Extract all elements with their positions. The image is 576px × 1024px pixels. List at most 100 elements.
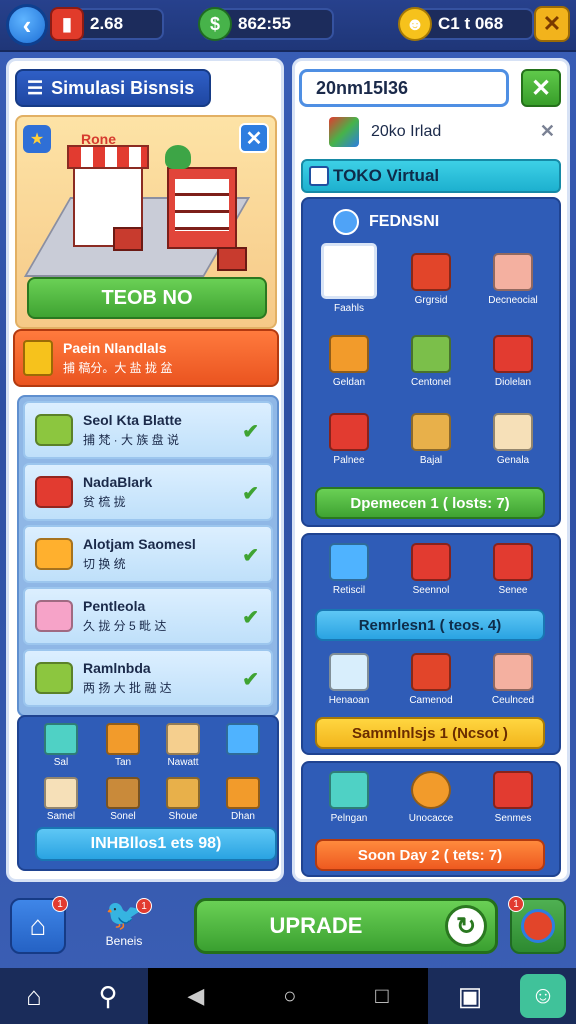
- item-icon: [493, 653, 533, 691]
- grid-item[interactable]: Sal: [31, 723, 91, 768]
- crate-icon: [113, 227, 143, 251]
- item-icon: [329, 771, 369, 809]
- social-button[interactable]: 🐦 Beneis 1: [94, 898, 154, 948]
- category-section-2: Retiscil Seennol Senee Remrlesn1 ( teos.…: [301, 533, 561, 755]
- notification-badge: 1: [52, 896, 68, 912]
- list-item[interactable]: Ramlnbda 两 扬 大 批 融 达 ✔: [23, 649, 273, 707]
- list-item[interactable]: NadaBlark 贫 梳 拢 ✔: [23, 463, 273, 521]
- house-icon: ⌂: [29, 910, 47, 941]
- featured-banner[interactable]: Paein Nlandlals 捕 稿分。大 盐 拢 盆: [13, 329, 279, 387]
- confirm-close-button[interactable]: ✕: [521, 69, 561, 107]
- section-1-button[interactable]: Dpemecen 1 ( losts: 7): [315, 487, 545, 519]
- category-item[interactable]: Ceulnced: [473, 653, 553, 706]
- grid-item[interactable]: Samel: [31, 777, 91, 822]
- refresh-icon: ↻: [445, 905, 487, 947]
- home-button[interactable]: ⌂ 1: [10, 896, 68, 954]
- category-item[interactable]: Centonel: [391, 335, 471, 388]
- grid-item-label: Tan: [114, 757, 132, 768]
- item-icon: [321, 243, 377, 299]
- home-nav-icon[interactable]: ⌂: [16, 978, 52, 1014]
- item-label: Palnee: [333, 455, 365, 466]
- category-item[interactable]: Senee: [473, 543, 553, 596]
- item-title: Alotjam Saomesl: [83, 536, 196, 552]
- list-item[interactable]: Pentleola 久 拢 分 5 毗 达 ✔: [23, 587, 273, 645]
- grid-action-button[interactable]: INHBllos1 ets 98): [35, 827, 277, 861]
- check-icon: ✔: [242, 669, 259, 691]
- category-item[interactable]: Geldan: [309, 335, 389, 388]
- shop-shelf: [167, 167, 237, 249]
- list-item[interactable]: Seol Kta Blatte 捕 梵 · 大 族 盘 说 ✔: [23, 401, 273, 459]
- upgrade-button[interactable]: UPRADE ↻: [194, 898, 498, 954]
- category-item[interactable]: Decneocial: [473, 253, 553, 306]
- search-input[interactable]: 20nm15I36: [299, 69, 509, 107]
- system-nav: ◀ ○ □: [148, 968, 428, 1024]
- list-item[interactable]: Alotjam Saomesl 切 换 统 ✔: [23, 525, 273, 583]
- category-item[interactable]: Palnee: [309, 413, 389, 466]
- grid-item-label: Samel: [46, 811, 76, 822]
- close-icon[interactable]: ✕: [540, 121, 555, 142]
- crate-icon: [217, 247, 247, 271]
- cart-icon: [411, 335, 451, 373]
- system-home-icon[interactable]: ○: [283, 983, 296, 1009]
- item-label: Grgrsid: [414, 295, 448, 306]
- gift-box-icon: [35, 600, 73, 632]
- back-button[interactable]: ‹: [6, 4, 48, 46]
- section-2b-button[interactable]: Sammlnlsjs 1 (Ncsot ): [315, 717, 545, 749]
- category-item[interactable]: Henaoan: [309, 653, 389, 706]
- close-button[interactable]: ✕: [534, 6, 570, 42]
- grid-item-label: Nawatt: [167, 757, 199, 768]
- item-label: Diolelan: [494, 377, 532, 388]
- planter-icon: [35, 476, 73, 508]
- category-item[interactable]: Pelngan: [309, 771, 389, 824]
- item-title: NadaBlark: [83, 474, 153, 490]
- toko-virtual-bar[interactable]: TOKO Virtual: [301, 159, 561, 193]
- cart-icon: [493, 771, 533, 809]
- category-item[interactable]: Retiscil: [309, 543, 389, 596]
- resource-counter-3: ☻ C1 t 068: [398, 7, 534, 41]
- grid-item[interactable]: [213, 723, 273, 757]
- grid-item[interactable]: Shoue: [153, 777, 213, 822]
- section-2-button[interactable]: Remrlesn1 ( teos. 4): [315, 609, 545, 641]
- store-row[interactable]: 20ko Irlad ✕: [329, 117, 559, 147]
- grid-item-label: Shoue: [168, 811, 198, 822]
- item-label: Senee: [498, 585, 528, 596]
- category-item[interactable]: Seennol: [391, 543, 471, 596]
- scene-action-button[interactable]: TEOB NO: [27, 277, 267, 319]
- store-name: 20ko Irlad: [371, 123, 442, 140]
- category-item[interactable]: Genala: [473, 413, 553, 466]
- category-item[interactable]: Grgrsid: [391, 253, 471, 306]
- category-item[interactable]: Senmes: [473, 771, 553, 824]
- system-recents-icon[interactable]: □: [375, 983, 388, 1009]
- search-people-icon[interactable]: ⚲: [90, 978, 126, 1014]
- category-item[interactable]: Diolelan: [473, 335, 553, 388]
- item-label: Bajal: [419, 455, 443, 466]
- category-item[interactable]: Bajal: [391, 413, 471, 466]
- system-back-icon[interactable]: ◀: [187, 983, 204, 1009]
- section-3-button[interactable]: Soon Day 2 ( tets: 7): [315, 839, 545, 871]
- menu-icon[interactable]: ☰: [27, 78, 43, 99]
- grid-item[interactable]: Dhan: [213, 777, 273, 822]
- scene-close-button[interactable]: ✕: [239, 123, 269, 153]
- item-icon: [44, 723, 78, 755]
- special-button[interactable]: 1: [508, 896, 566, 954]
- category-item[interactable]: Unocacce: [391, 771, 471, 824]
- grid-item-label: Sal: [53, 757, 69, 768]
- banner-title: Paein Nlandlals: [63, 340, 167, 356]
- toko-label: TOKO Virtual: [333, 166, 440, 185]
- notification-badge: 1: [136, 898, 152, 914]
- item-subtitle: 久 拢 分 5 毗 达: [83, 619, 167, 633]
- resource-counter-2: $ 862:55: [198, 7, 334, 41]
- item-label: Decneocial: [488, 295, 538, 306]
- grid-item[interactable]: Tan: [93, 723, 153, 768]
- cake-icon: [35, 538, 73, 570]
- cash-icon: $: [198, 7, 232, 41]
- grid-item[interactable]: Nawatt: [153, 723, 213, 768]
- grid-item[interactable]: Sonel: [93, 777, 153, 822]
- plant-icon: [165, 145, 191, 169]
- profile-icon[interactable]: ☺: [520, 974, 566, 1018]
- category-item-selected[interactable]: Faahls: [309, 243, 389, 314]
- item-label: Centonel: [410, 377, 452, 388]
- crate-icon: [23, 340, 53, 376]
- shop-nav-icon[interactable]: ▣: [452, 978, 488, 1014]
- category-item[interactable]: Camenod: [391, 653, 471, 706]
